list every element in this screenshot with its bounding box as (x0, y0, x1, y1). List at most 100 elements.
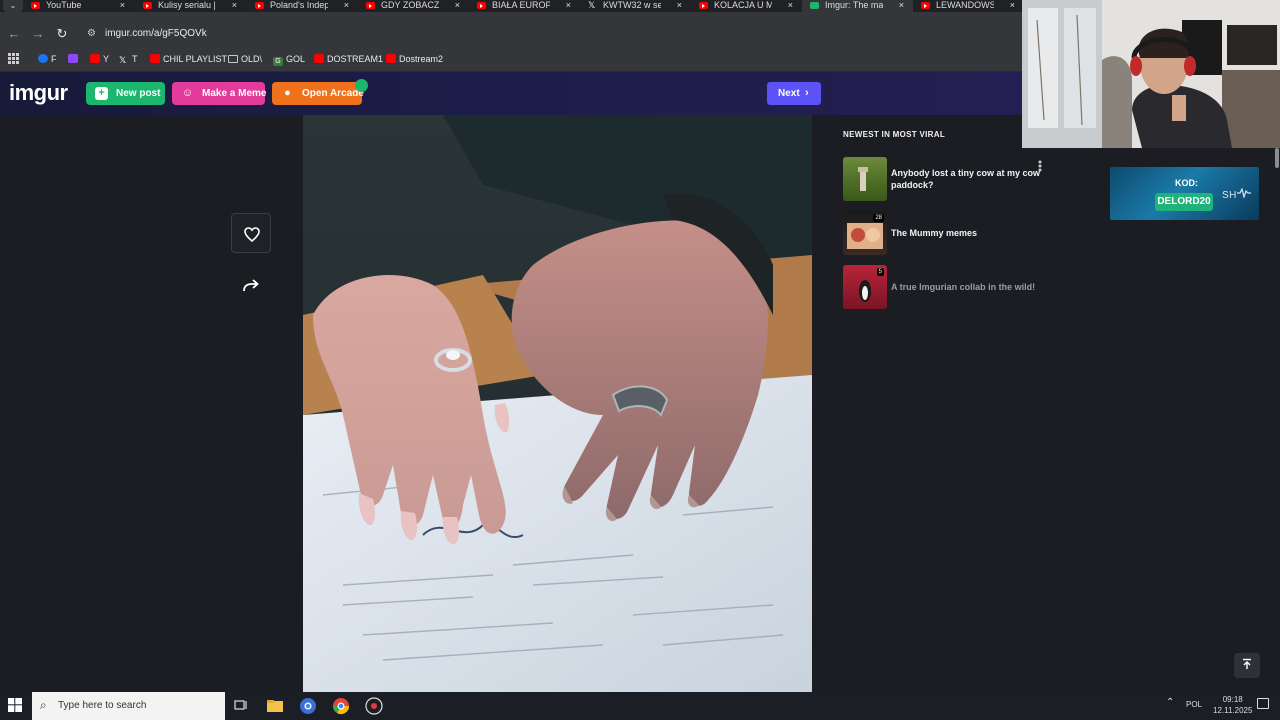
tab-title: KWTW32 w serwi (603, 0, 661, 10)
scrollbar-thumb[interactable] (1275, 148, 1279, 168)
open-arcade-button[interactable]: ● Open Arcade (272, 82, 364, 105)
imgur-logo[interactable]: imgur (9, 80, 68, 106)
tab-close-icon[interactable]: × (232, 0, 237, 11)
browser-tab[interactable]: KOLACJA U MAG × (691, 0, 802, 12)
viral-heading: NEWEST IN MOST VIRAL (843, 130, 945, 139)
youtube-icon (477, 2, 486, 9)
youtube-icon (255, 2, 264, 9)
webcam-overlay (1022, 0, 1280, 148)
make-meme-button[interactable]: ☺ Make a Meme (172, 82, 267, 105)
viral-post-item[interactable]: 5 A true Imgurian collab in the wild! (843, 265, 1043, 309)
share-arrow-icon[interactable] (238, 274, 264, 298)
bookmark-item[interactable]: Dostream2 (386, 53, 443, 65)
plus-icon: + (95, 87, 108, 100)
tab-close-icon[interactable]: × (899, 0, 904, 11)
taskbar-search[interactable]: ⌕ Type here to search (32, 692, 225, 720)
file-explorer-icon[interactable] (266, 697, 284, 715)
browser-tab[interactable]: BIAŁA EUROPA I P × (469, 0, 580, 12)
ad-code-label: KOD: (1175, 178, 1198, 188)
search-icon: ⌕ (40, 698, 47, 712)
folder-icon (228, 55, 238, 63)
viral-post-item[interactable]: 28 The Mummy memes (843, 211, 1043, 255)
tray-expand-icon[interactable]: ⌃ (1166, 697, 1174, 708)
forward-icon[interactable]: → (29, 25, 47, 43)
bookmark-folder[interactable]: OLD\ (228, 53, 262, 65)
tab-close-icon[interactable]: × (1010, 0, 1015, 11)
waveform-icon (1236, 187, 1251, 200)
meme-face-icon: ☺ (181, 87, 194, 99)
viral-post-title: The Mummy memes (891, 228, 978, 238)
notification-icon[interactable] (1257, 698, 1269, 709)
clock-date: 12.11.2025 (1213, 706, 1253, 715)
post-thumbnail: 5 (843, 265, 887, 309)
tab-close-icon[interactable]: × (344, 0, 349, 11)
windows-start-icon[interactable] (8, 698, 22, 712)
tab-search-button[interactable]: ⌄ (3, 0, 23, 12)
obs-app-icon[interactable] (365, 697, 383, 715)
x-icon: 𝕏 (588, 0, 596, 10)
bookmark-label: F (51, 54, 57, 64)
youtube-icon (143, 2, 152, 9)
task-view-icon[interactable] (232, 697, 250, 715)
bookmark-label: DOSTREAM1 (327, 54, 384, 64)
bookmark-item[interactable]: G GOL (273, 53, 306, 66)
browser-tab[interactable]: Kulisy serialu | He × (135, 0, 246, 12)
chrome-icon[interactable] (332, 697, 350, 715)
gamepad-icon: ● (284, 87, 291, 99)
make-meme-label: Make a Meme (202, 88, 267, 99)
search-placeholder: Type here to search (58, 700, 147, 711)
tab-close-icon[interactable]: × (677, 0, 682, 11)
more-options-icon[interactable] (1038, 160, 1042, 172)
apps-grid-icon[interactable] (8, 53, 19, 64)
new-post-button[interactable]: + New post (86, 82, 165, 105)
site-info-icon[interactable]: ⚙ (85, 27, 98, 40)
browser-tab-active[interactable]: Imgur: The magic × (802, 0, 913, 12)
tab-title: LEWANDOWSKI E (936, 0, 994, 10)
bookmark-item[interactable]: CHIL PLAYLIST (150, 53, 227, 65)
next-post-button[interactable]: Next › (767, 82, 821, 105)
post-photo (303, 115, 812, 692)
browser-tab[interactable]: YouTube × (23, 0, 134, 12)
bookmark-item[interactable] (68, 53, 81, 65)
tab-title: Imgur: The magic (825, 0, 883, 10)
address-bar[interactable]: imgur.com/a/gF5QOVk (105, 27, 207, 40)
x-icon: 𝕏 (119, 55, 127, 65)
bookmark-label: Y (103, 54, 110, 64)
post-image[interactable] (303, 115, 812, 692)
tab-close-icon[interactable]: × (566, 0, 571, 11)
bookmark-label: Dostream2 (399, 54, 444, 64)
tab-close-icon[interactable]: × (120, 0, 125, 11)
clock-time: 09:18 (1222, 695, 1243, 704)
heart-icon (244, 227, 260, 243)
bookmark-item[interactable]: F (38, 53, 57, 65)
bookmark-item[interactable]: Y (90, 53, 109, 65)
tab-close-icon[interactable]: × (788, 0, 793, 11)
bookmark-label: GOL (286, 54, 306, 64)
viral-post-item[interactable]: Anybody lost a tiny cow at my cow paddoc… (843, 157, 1043, 201)
youtube-icon (31, 2, 40, 9)
favorite-button[interactable] (231, 213, 271, 253)
browser-tab[interactable]: 𝕏 KWTW32 w serwi × (580, 0, 691, 12)
youtube-icon (386, 54, 396, 63)
bookmark-item[interactable]: 𝕏T (119, 53, 138, 65)
tab-title: Poland's Indepen (270, 0, 328, 10)
back-icon[interactable]: ← (5, 25, 23, 43)
input-language[interactable]: POL (1186, 700, 1202, 709)
reload-icon[interactable]: ↻ (53, 25, 71, 43)
browser-tab[interactable]: GDY ZOBACZYŁA × (358, 0, 469, 12)
facebook-icon (38, 54, 48, 63)
tab-close-icon[interactable]: × (455, 0, 460, 11)
youtube-icon (699, 2, 708, 9)
bookmark-item[interactable]: DOSTREAM1 (314, 53, 383, 65)
chrome-app-icon[interactable] (299, 697, 317, 715)
scroll-to-top-button[interactable] (1234, 653, 1260, 678)
browser-tab[interactable]: LEWANDOWSKI E × (913, 0, 1024, 12)
browser-tab[interactable]: Poland's Indepen × (247, 0, 358, 12)
tab-title: GDY ZOBACZYŁA (381, 0, 439, 10)
post-thumbnail (843, 157, 887, 201)
bookmark-label: CHIL PLAYLIST (163, 54, 228, 64)
system-clock[interactable]: 09:18 12.11.2025 (1213, 694, 1252, 716)
next-label: Next (778, 88, 800, 99)
webcam-feed (1022, 0, 1280, 148)
page-scrollbar[interactable] (1274, 148, 1280, 692)
